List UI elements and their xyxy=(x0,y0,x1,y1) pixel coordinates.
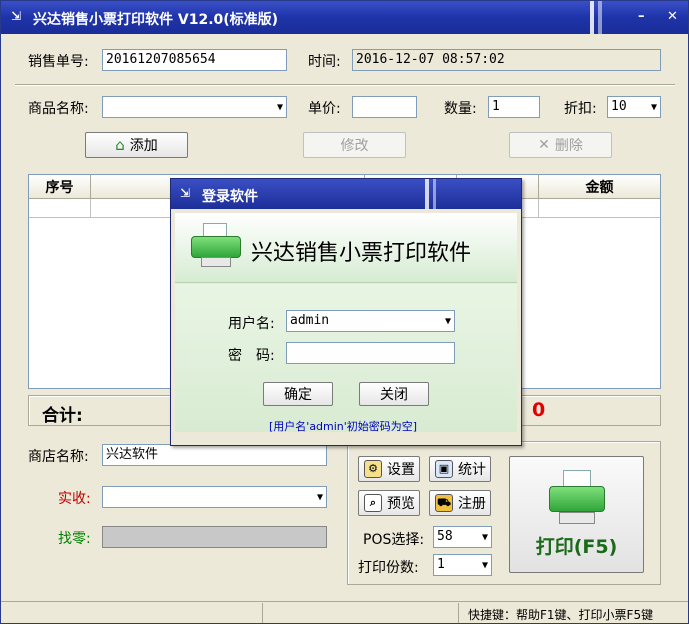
edit-button-label: 修改 xyxy=(340,138,369,154)
received-label: 实收: xyxy=(58,491,91,507)
column-header-amount[interactable]: 金额 xyxy=(539,175,660,199)
print-copies-select[interactable]: 1 ▼ xyxy=(433,554,492,576)
edit-button[interactable]: 修改 xyxy=(303,132,406,158)
discount-label: 折扣: xyxy=(564,101,597,117)
quantity-input[interactable]: 1 xyxy=(488,96,540,118)
order-number-field[interactable]: 20161207085654 xyxy=(102,49,287,71)
system-menu-icon[interactable]: ⇲ xyxy=(11,9,21,23)
status-pane xyxy=(263,603,459,623)
table-cell[interactable] xyxy=(539,199,660,218)
time-field[interactable]: 2016-12-07 08:57:02 xyxy=(352,49,661,71)
settings-button-label: 设置 xyxy=(387,462,415,478)
login-ok-label: 确定 xyxy=(284,387,312,403)
login-banner-title: 兴达销售小票打印软件 xyxy=(251,241,472,266)
add-button-label: 添加 xyxy=(129,138,158,154)
chevron-down-icon[interactable]: ▼ xyxy=(277,100,283,116)
print-copies-label: 打印份数: xyxy=(358,560,419,576)
table-cell[interactable] xyxy=(29,199,91,218)
print-button-label: 打印(F5) xyxy=(535,536,618,558)
chevron-down-icon[interactable]: ▼ xyxy=(651,100,657,116)
quantity-label: 数量: xyxy=(444,101,477,117)
divider xyxy=(15,84,675,86)
title-bar[interactable]: ⇲ 兴达销售小票打印软件 V12.0(标准版) – ✕ xyxy=(1,1,688,34)
login-close-label: 关闭 xyxy=(380,387,408,403)
login-ok-button[interactable]: 确定 xyxy=(263,382,333,406)
password-input[interactable] xyxy=(286,342,455,364)
print-copies-value: 1 xyxy=(437,557,445,572)
add-button[interactable]: ⌂ 添加 xyxy=(85,132,188,158)
login-dialog: ⇲ 登录软件 兴达销售小票打印软件 用户名: admin ▼ 密 码: 确定 关… xyxy=(170,178,522,446)
time-label: 时间: xyxy=(308,54,341,70)
gear-icon: ⚙ xyxy=(364,460,382,478)
unit-price-input[interactable] xyxy=(352,96,417,118)
total-label: 合计: xyxy=(42,406,83,426)
product-name-select[interactable]: ▼ xyxy=(102,96,287,118)
pos-select[interactable]: 58 ▼ xyxy=(433,526,492,548)
printer-icon xyxy=(545,470,609,528)
change-field[interactable] xyxy=(102,526,327,548)
pos-select-value: 58 xyxy=(437,529,453,544)
login-hint: [用户名'admin'初始密码为空] xyxy=(269,420,418,433)
username-label: 用户名: xyxy=(228,316,275,332)
truck-icon: ⛟ xyxy=(435,494,453,512)
close-button[interactable]: ✕ xyxy=(667,9,678,24)
chevron-down-icon[interactable]: ▼ xyxy=(317,490,323,506)
magnifier-icon: ⌕ xyxy=(364,494,382,512)
login-form: 用户名: admin ▼ 密 码: 确定 关闭 [用户名'admin'初始密码为… xyxy=(175,284,517,433)
username-value: admin xyxy=(290,313,330,328)
stats-button-label: 统计 xyxy=(458,462,486,478)
chevron-down-icon[interactable]: ▼ xyxy=(482,530,488,546)
shop-name-label: 商店名称: xyxy=(28,449,89,465)
total-value: 0 xyxy=(532,399,546,421)
minimize-button[interactable]: – xyxy=(638,9,645,24)
chevron-down-icon[interactable]: ▼ xyxy=(482,558,488,574)
username-select[interactable]: admin ▼ xyxy=(286,310,455,332)
main-window: ⇲ 兴达销售小票打印软件 V12.0(标准版) – ✕ 销售单号: 201612… xyxy=(0,0,689,624)
title-decoration xyxy=(433,179,436,209)
discount-value: 10 xyxy=(611,99,627,114)
window-title: 兴达销售小票打印软件 V12.0(标准版) xyxy=(33,12,279,28)
preview-button[interactable]: ⌕ 预览 xyxy=(358,490,420,516)
register-button-label: 注册 xyxy=(458,496,486,512)
order-number-label: 销售单号: xyxy=(28,54,89,70)
column-header-seq[interactable]: 序号 xyxy=(29,175,91,199)
received-select[interactable]: ▼ xyxy=(102,486,327,508)
status-pane xyxy=(1,603,263,623)
shop-name-input[interactable]: 兴达软件 xyxy=(102,444,327,466)
shortcut-hint: 快捷键：帮助F1键、打印小票F5键 xyxy=(468,608,654,622)
title-decoration xyxy=(598,1,602,34)
printer-icon xyxy=(189,223,245,271)
title-decoration xyxy=(590,1,594,34)
print-button[interactable]: 打印(F5) xyxy=(509,456,644,573)
preview-button-label: 预览 xyxy=(387,496,415,512)
stats-button[interactable]: ▣ 统计 xyxy=(429,456,491,482)
login-banner: 兴达销售小票打印软件 xyxy=(175,213,517,283)
login-close-button[interactable]: 关闭 xyxy=(359,382,429,406)
delete-button[interactable]: ✕ 删除 xyxy=(509,132,612,158)
status-bar: 快捷键：帮助F1键、打印小票F5键 xyxy=(1,601,688,623)
delete-button-label: 删除 xyxy=(554,138,583,154)
title-decoration xyxy=(425,179,429,209)
product-name-label: 商品名称: xyxy=(28,101,89,117)
password-label: 密 码: xyxy=(228,348,275,364)
login-dialog-title: 登录软件 xyxy=(202,189,258,205)
home-icon: ⌂ xyxy=(115,136,125,154)
unit-price-label: 单价: xyxy=(308,101,341,117)
system-menu-icon[interactable]: ⇲ xyxy=(180,186,190,200)
lock-icon: ▣ xyxy=(435,460,453,478)
close-icon: ✕ xyxy=(538,137,550,153)
discount-select[interactable]: 10 ▼ xyxy=(607,96,661,118)
settings-button[interactable]: ⚙ 设置 xyxy=(358,456,420,482)
pos-select-label: POS选择: xyxy=(363,532,425,548)
chevron-down-icon[interactable]: ▼ xyxy=(445,314,451,330)
login-dialog-title-bar[interactable]: ⇲ 登录软件 xyxy=(171,179,521,209)
register-button[interactable]: ⛟ 注册 xyxy=(429,490,491,516)
change-label: 找零: xyxy=(58,531,91,547)
